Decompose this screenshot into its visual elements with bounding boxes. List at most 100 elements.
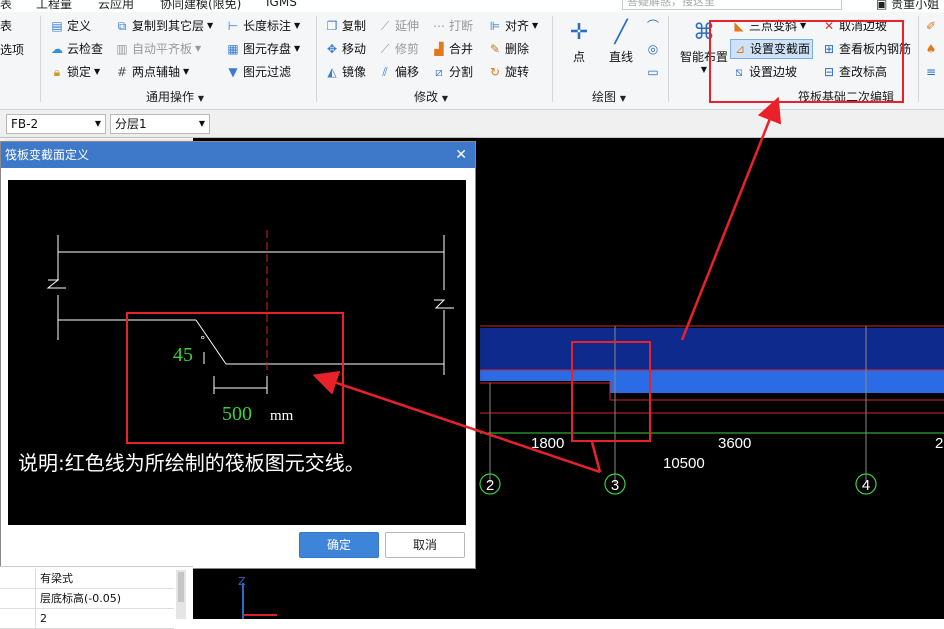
copy-button[interactable]: ❐ 复制 xyxy=(325,16,366,36)
property-row[interactable]: 层底标高(-0.05) xyxy=(0,589,174,609)
align-slab-icon: ▥ xyxy=(116,42,128,56)
copy-to-layer-label: 复制到其它层 xyxy=(132,19,205,33)
mirror-button[interactable]: ◭ 镜像 xyxy=(325,62,366,82)
two-point-axis-button[interactable]: # 两点辅轴 ▼ xyxy=(115,62,189,82)
chevron-down-icon: ▼ xyxy=(94,119,101,128)
annotation-box-dialog xyxy=(126,312,344,444)
layer-select-value: 分层1 xyxy=(115,117,147,131)
rotate-icon: ↻ xyxy=(489,65,501,79)
move-icon: ✥ xyxy=(326,42,338,56)
auto-align-slab-button[interactable]: ▥ 自动平齐板 ▼ xyxy=(115,39,201,59)
copy-icon: ❐ xyxy=(326,19,338,33)
scrollbar-thumb[interactable] xyxy=(178,572,184,602)
brush-icon: ✐ xyxy=(925,19,937,33)
dimension-3600: 3600 xyxy=(718,435,751,452)
extra-tool-button-3[interactable]: ≡ xyxy=(924,62,938,82)
copy-layer-icon: ⧉ xyxy=(117,19,127,33)
cloud-check-label: 云检查 xyxy=(67,42,104,56)
define-label: 定义 xyxy=(67,19,92,33)
save-icon: ▦ xyxy=(227,42,239,56)
extend-button[interactable]: ⟋ 延伸 xyxy=(378,16,419,36)
close-icon[interactable]: ✕ xyxy=(455,142,467,168)
cloud-check-icon: ☁ xyxy=(51,42,63,56)
circle-button[interactable]: ◎ xyxy=(646,39,660,59)
rectangle-icon: ▭ xyxy=(647,65,659,79)
delete-icon: ✎ xyxy=(489,42,501,56)
delete-label: 删除 xyxy=(505,42,530,56)
element-save-label: 图元存盘 xyxy=(243,42,292,56)
axis-icon: # xyxy=(116,65,128,79)
group-general-label: 通用操作 ▼ xyxy=(146,90,204,104)
axis-label-4: 4 xyxy=(862,477,870,494)
ribbon-left-table[interactable]: 表 xyxy=(0,16,12,36)
property-value: 有梁式 xyxy=(40,572,73,585)
offset-button[interactable]: ⫽ 偏移 xyxy=(378,62,419,82)
menu-item-igms[interactable]: IGMS xyxy=(266,0,297,9)
arc-icon: ⌒ xyxy=(646,19,659,33)
length-dim-button[interactable]: ⊢ 长度标注 ▼ xyxy=(226,16,300,36)
align-button[interactable]: ⊫ 对齐 ▼ xyxy=(488,16,538,36)
align-icon: ⊫ xyxy=(489,19,501,33)
lock-label: 锁定 xyxy=(67,65,92,79)
extra-tool-button[interactable]: ✐ xyxy=(924,16,938,36)
offset-icon: ⫽ xyxy=(382,65,388,79)
user-name[interactable]: ▣ 贵重小姐 xyxy=(876,0,939,12)
property-key-cell xyxy=(0,569,36,588)
rect-button[interactable]: ▭ xyxy=(646,62,660,82)
dimension-1800: 1800 xyxy=(531,435,564,452)
avatar: ▣ xyxy=(876,0,888,11)
move-button[interactable]: ✥ 移动 xyxy=(325,39,366,59)
dialog-title: 筏板变截面定义 ✕ xyxy=(1,142,475,168)
extra-tool-button-2[interactable]: ♠ xyxy=(924,39,938,59)
ribbon-left-options[interactable]: 选项 xyxy=(0,40,24,60)
lock-button[interactable]: 🔒︎ 锁定 ▼ xyxy=(50,62,100,82)
merge-label: 合并 xyxy=(449,42,474,56)
menu-item-collab[interactable]: 协同建模(限免) xyxy=(160,0,241,12)
define-icon: ▤ xyxy=(51,19,63,33)
rotate-button[interactable]: ↻ 旋转 xyxy=(488,62,529,82)
element-save-button[interactable]: ▦ 图元存盘 ▼ xyxy=(226,39,300,59)
point-button[interactable]: ✛ 点 xyxy=(562,18,596,65)
chevron-down-icon: ▼ xyxy=(198,119,205,128)
length-dim-label: 长度标注 xyxy=(243,19,292,33)
bell-icon: ♠ xyxy=(925,42,937,56)
align-label: 对齐 xyxy=(505,19,530,33)
menu-item-quantity[interactable]: 工程量 xyxy=(36,0,72,12)
user-name-label: 贵重小姐 xyxy=(891,0,940,11)
lock-icon: 🔒︎ xyxy=(53,65,61,79)
menu-item-table[interactable]: 表 xyxy=(0,0,12,12)
group-modify-label: 修改 ▼ xyxy=(414,90,448,104)
menu-item-cloud[interactable]: 云应用 xyxy=(98,0,134,12)
property-row[interactable]: 有梁式 xyxy=(0,569,174,589)
group-draw-label: 绘图 ▼ xyxy=(592,90,626,104)
copy-label: 复制 xyxy=(342,19,367,33)
property-row[interactable]: 2 xyxy=(0,609,174,629)
break-symbol xyxy=(434,299,454,309)
delete-button[interactable]: ✎ 删除 xyxy=(488,39,529,59)
property-value: 层底标高(-0.05) xyxy=(40,592,122,605)
element-filter-button[interactable]: ▼ 图元过滤 xyxy=(226,62,291,82)
level-icon: ≡ xyxy=(925,65,937,79)
line-button[interactable]: ╱ 直线 xyxy=(603,18,639,65)
component-select[interactable]: FB-2 ▼ xyxy=(6,114,106,134)
auto-align-slab-label: 自动平齐板 xyxy=(132,42,193,56)
offset-label: 偏移 xyxy=(395,65,420,79)
move-label: 移动 xyxy=(342,42,367,56)
trim-button[interactable]: ⟋ 修剪 xyxy=(378,39,419,59)
copy-to-layer-button[interactable]: ⧉ 复制到其它层 ▼ xyxy=(115,16,213,36)
split-button[interactable]: ⧄ 分割 xyxy=(432,62,473,82)
search-input[interactable]: 答疑解惑，搜这里 xyxy=(622,0,842,10)
circle-icon: ◎ xyxy=(647,42,659,56)
ok-button[interactable]: 确定 xyxy=(299,532,379,558)
cancel-button[interactable]: 取消 xyxy=(385,532,465,558)
break-icon: ⋯ xyxy=(433,19,445,33)
arc-button[interactable]: ⌒ xyxy=(646,16,660,36)
break-button[interactable]: ⋯ 打断 xyxy=(432,16,473,36)
break-label: 打断 xyxy=(449,19,474,33)
cloud-check-button[interactable]: ☁ 云检查 xyxy=(50,39,103,59)
merge-button[interactable]: ▟ 合并 xyxy=(432,39,473,59)
component-select-value: FB-2 xyxy=(11,117,39,131)
property-scrollbar[interactable] xyxy=(176,570,186,619)
layer-select[interactable]: 分层1 ▼ xyxy=(110,114,210,134)
define-button[interactable]: ▤ 定义 xyxy=(50,16,91,36)
